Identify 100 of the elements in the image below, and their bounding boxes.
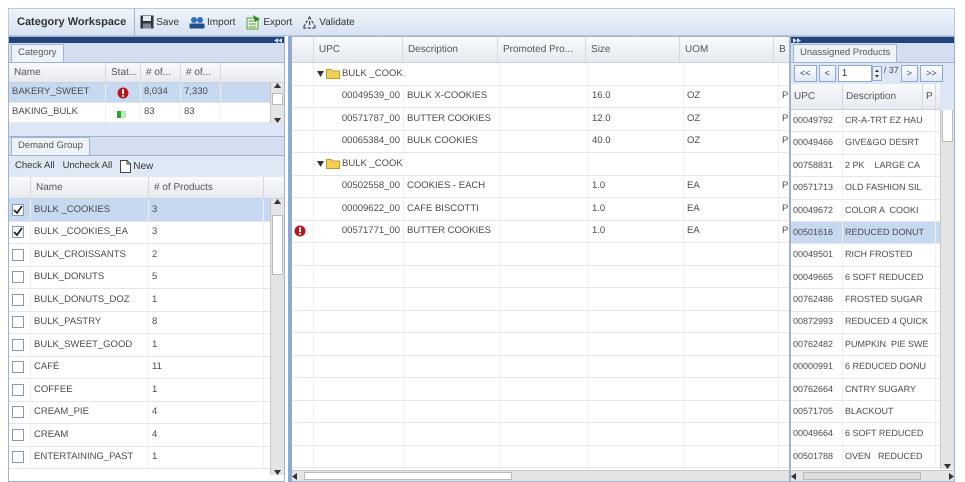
grid-row[interactable]: 00762486 FROSTED SUGAR <box>791 289 940 312</box>
first-page-button[interactable]: << <box>794 65 817 82</box>
scrollbar-thumb[interactable] <box>272 215 283 275</box>
scrollbar[interactable] <box>940 110 954 469</box>
scrollbar[interactable] <box>270 83 284 123</box>
panel-tab[interactable]: Unassigned Products <box>793 44 898 62</box>
table-cell: 3 <box>149 222 264 243</box>
grid-row[interactable]: CAFÉ 11 <box>9 356 270 379</box>
grid-row[interactable]: CREAM 4 <box>9 424 270 446</box>
checkbox[interactable] <box>12 204 24 216</box>
grid-row[interactable]: 00502558_00 COOKIES - EACH 1.0 EA P <box>292 176 789 198</box>
checkbox[interactable] <box>12 338 24 351</box>
checkbox[interactable] <box>12 248 24 261</box>
grid-row[interactable]: 00571705 BLACKOUT <box>791 401 940 424</box>
grid-row[interactable]: 00049501 RICH FROSTED <box>791 244 940 267</box>
expanded-caret-icon[interactable] <box>317 160 324 167</box>
column-header[interactable]: Description <box>843 84 923 109</box>
column-header[interactable]: # of... <box>141 63 181 82</box>
grid-row[interactable]: 00571713 OLD FASHION SIL <box>791 177 940 200</box>
grid-row[interactable]: CREAM_PIE 4 <box>9 402 270 424</box>
column-header[interactable]: P <box>923 84 936 109</box>
grid-row[interactable]: 00049539_00 BULK X-COOKIES 16.0 OZ P <box>292 86 789 108</box>
grid-row[interactable]: 00049792 CR-A-TRT EZ HAU <box>791 110 940 132</box>
grid-row[interactable]: BAKERY_SWEET 8,034 7,330 <box>9 83 270 103</box>
folder-icon <box>326 68 340 80</box>
toolbar-button[interactable]: Import <box>184 14 240 30</box>
scrollbar-thumb[interactable] <box>803 472 921 480</box>
grid-row[interactable]: BULK_DONUTS_DOZ 1 <box>9 289 270 312</box>
grid-row[interactable]: BAKING_BULK 83 83 <box>9 103 270 123</box>
column-header[interactable]: Promoted Pro... <box>498 37 586 62</box>
expanded-caret-icon[interactable] <box>317 70 324 77</box>
checkbox[interactable] <box>12 406 24 418</box>
checkbox[interactable] <box>12 316 24 328</box>
grid-row[interactable]: 00758831 2 PK LARGE CA <box>791 154 940 178</box>
page-field[interactable]: 1 <box>838 65 872 82</box>
toolbar-button[interactable]: Save <box>135 14 184 30</box>
grid-row[interactable]: 00501788 OVEN REDUCED <box>791 446 940 468</box>
grid-row[interactable]: BULK_CROISSANTS 2 <box>9 244 270 266</box>
scrollbar[interactable] <box>270 199 284 475</box>
new-button[interactable]: New <box>120 159 154 174</box>
scrollbar[interactable] <box>292 470 789 481</box>
last-page-button[interactable]: >> <box>920 65 943 82</box>
grid-row[interactable]: BULK_DONUTS 5 <box>9 266 270 289</box>
grid-row[interactable]: 00049672 COLOR A COOKI <box>791 200 940 222</box>
toolbar-button[interactable]: Validate <box>297 14 360 30</box>
scroll-down-icon[interactable] <box>274 470 281 475</box>
grid-row[interactable]: BULK _COOKIES_EA 3 <box>9 222 270 244</box>
checkbox[interactable] <box>12 384 24 396</box>
scroll-right-icon[interactable] <box>949 472 954 480</box>
column-header[interactable]: # of... <box>181 63 221 82</box>
table-cell: 16.0 <box>592 89 610 104</box>
column-header[interactable]: # of Products <box>149 177 264 198</box>
spinner-arrows-icon[interactable] <box>872 66 882 81</box>
column-header[interactable]: B <box>774 37 789 62</box>
column-header[interactable]: UOM <box>680 37 774 62</box>
group-label[interactable]: BULK _COOK <box>342 156 403 171</box>
next-page-button[interactable]: > <box>900 65 918 82</box>
checkbox[interactable] <box>12 294 24 306</box>
scroll-down-icon[interactable] <box>274 118 281 123</box>
table-cell: 4 <box>149 424 264 446</box>
grid-row[interactable]: 00049466 GIVE&GO DESRT <box>791 132 940 155</box>
column-header[interactable]: Description <box>402 37 498 62</box>
checkbox[interactable] <box>12 361 24 374</box>
grid-row[interactable]: 00762664 CNTRY SUGARY <box>791 378 940 402</box>
grid-row[interactable]: COFFEE 1 <box>9 379 270 402</box>
grid-row[interactable]: 00571787_00 BUTTER COOKIES 12.0 OZ P <box>292 108 789 130</box>
grid-row[interactable]: 00762482 PUMPKIN PIE SWE <box>791 334 940 356</box>
grid-row[interactable]: BULK _COOKIES 3 <box>9 199 270 222</box>
grid-row[interactable]: BULK_SWEET_GOOD 1 <box>9 334 270 356</box>
checkbox[interactable] <box>12 226 24 238</box>
panel-tab[interactable]: Demand Group <box>11 137 90 155</box>
grid-row[interactable]: BULK_PASTRY 8 <box>9 312 270 334</box>
text-link[interactable]: Uncheck All <box>62 159 112 174</box>
grid-row[interactable]: 00049665 6 SOFT REDUCED <box>791 266 940 290</box>
scrollbar-thumb[interactable] <box>304 472 512 480</box>
grid-row[interactable]: 00501616 REDUCED DONUT <box>791 222 940 244</box>
column-header[interactable]: UPC <box>791 84 843 109</box>
column-header[interactable]: Name <box>31 177 149 198</box>
text-link[interactable]: Check All <box>15 159 55 174</box>
previous-page-button[interactable]: < <box>818 65 836 82</box>
scrollbar-thumb[interactable] <box>272 93 283 105</box>
panel-tab[interactable]: Category <box>11 44 64 62</box>
checkbox[interactable] <box>12 428 24 441</box>
column-header[interactable]: Size <box>586 37 680 62</box>
checkbox[interactable] <box>12 451 24 464</box>
column-header[interactable]: UPC <box>314 37 403 62</box>
grid-row[interactable]: 00065384_00 BULK COOKIES 40.0 OZ P <box>292 130 789 153</box>
scroll-left-icon[interactable] <box>292 472 297 480</box>
grid-row[interactable]: 00000991 6 REDUCED DONU <box>791 356 940 379</box>
grid-row[interactable]: ENTERTAINING_PAST 1 <box>9 446 270 469</box>
grid-row[interactable]: 00049664 6 SOFT REDUCED <box>791 423 940 446</box>
column-header[interactable]: Stat... <box>106 63 141 82</box>
checkbox[interactable] <box>12 271 24 284</box>
grid-row[interactable]: 00872993 REDUCED 4 QUICK <box>791 312 940 334</box>
column-header[interactable]: Name <box>9 63 106 82</box>
toolbar-button[interactable]: Export <box>240 14 298 30</box>
group-label[interactable]: BULK _COOK <box>342 66 403 81</box>
table-cell: BULK_CROISSANTS <box>31 244 149 266</box>
scrollbar[interactable] <box>791 470 954 481</box>
grid-row[interactable]: 00009622_00 CAFE BISCOTTI 1.0 EA P <box>292 198 789 220</box>
